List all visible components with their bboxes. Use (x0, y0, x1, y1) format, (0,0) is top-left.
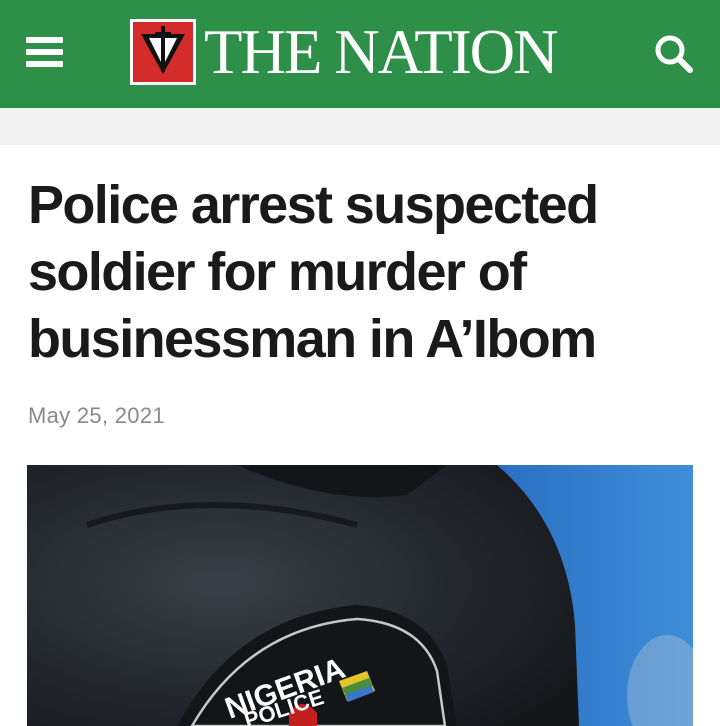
search-icon[interactable] (652, 32, 696, 76)
logo-emblem-icon (130, 19, 196, 85)
article-hero-image[interactable]: NIGERIA POLICE (27, 465, 693, 726)
ad-spacer (0, 108, 720, 145)
article-title: Police arrest suspected soldier for murd… (28, 175, 599, 369)
article-date: May 25, 2021 (28, 403, 165, 428)
site-name: THE NATION (204, 17, 559, 87)
hamburger-menu-icon[interactable] (26, 37, 64, 69)
site-logo[interactable]: THE NATION (130, 17, 559, 87)
site-header: THE NATION (0, 0, 720, 108)
